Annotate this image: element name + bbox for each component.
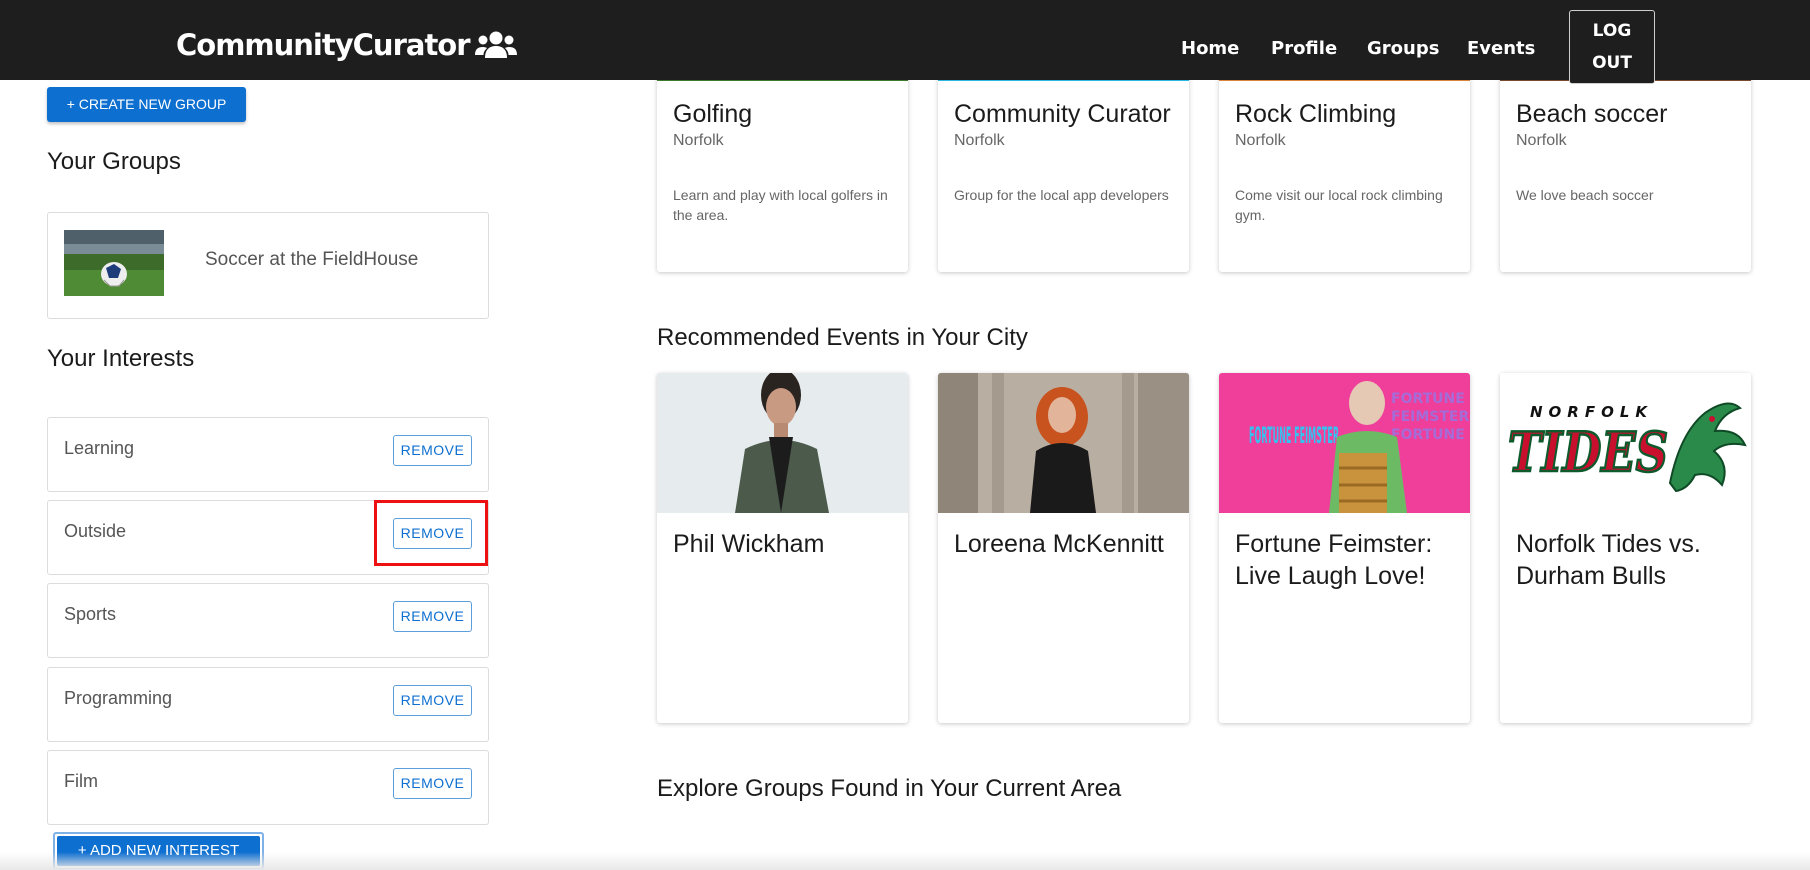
logo-main-text: TIDES [1508, 420, 1668, 484]
fortune-feimster-poster: FORTUNE FEIMSTER FORTUNE FEIMSTER FORTUN… [1219, 373, 1470, 513]
event-card[interactable]: Loreena McKennitt [938, 373, 1189, 723]
brand-logo[interactable]: CommunityCurator [176, 28, 518, 62]
create-new-group-button[interactable]: + CREATE NEW GROUP [47, 87, 246, 122]
interest-label: Learning [64, 438, 135, 458]
add-new-interest-label: + ADD NEW INTEREST [57, 836, 260, 866]
logout-label-line2: OUT [1592, 53, 1632, 73]
logout-label-line1: LOG [1592, 21, 1632, 41]
svg-text:FEIMSTER: FEIMSTER [1391, 409, 1469, 425]
nav-link-events[interactable]: Events [1467, 38, 1535, 59]
remove-interest-button[interactable]: REMOVE [393, 768, 472, 799]
interest-label: Sports [64, 604, 117, 624]
loreena-mckennitt-photo [938, 373, 1189, 513]
recommended-events-heading: Recommended Events in Your City [657, 324, 1028, 351]
interest-item: Film REMOVE [47, 750, 489, 825]
interest-item: Learning REMOVE [47, 417, 489, 492]
event-title: Loreena McKennitt [954, 530, 1164, 558]
poster-text: FORTUNE FEIMSTER [1249, 424, 1339, 449]
remove-interest-button[interactable]: REMOVE [393, 601, 472, 632]
svg-text:FORTUNE: FORTUNE [1391, 427, 1465, 443]
group-card-title: Rock Climbing [1235, 100, 1397, 128]
group-card[interactable]: Community Curator Norfolk Group for the … [938, 60, 1189, 272]
group-card-description: We love beach soccer [1516, 187, 1654, 203]
group-name: Soccer at the FieldHouse [205, 249, 419, 270]
event-card[interactable]: FORTUNE FEIMSTER FORTUNE FEIMSTER FORTUN… [1219, 373, 1470, 723]
group-card-city: Norfolk [1235, 132, 1286, 149]
interest-item: Sports REMOVE [47, 583, 489, 658]
nav-link-groups[interactable]: Groups [1367, 38, 1439, 59]
group-card-city: Norfolk [1516, 132, 1567, 149]
nav-link-home[interactable]: Home [1181, 38, 1239, 59]
logout-button[interactable]: LOG OUT [1569, 10, 1655, 84]
bottom-fade [0, 852, 1810, 870]
logo-top-text: NORFOLK [1530, 403, 1653, 421]
group-card-description: Learn and play with local golfers in the… [673, 187, 888, 223]
soccer-stadium-image [64, 230, 164, 296]
group-card-description: Come visit our local rock climbing gym. [1235, 187, 1443, 223]
phil-wickham-photo [657, 373, 908, 513]
top-navbar: CommunityCurator Home Profile Groups Eve… [0, 0, 1810, 84]
event-card[interactable]: NORFOLK TIDES Norfolk Tides vs. Durham B… [1500, 373, 1751, 723]
event-title: Fortune Feimster: Live Laugh Love! [1235, 530, 1433, 590]
your-group-card[interactable]: Soccer at the FieldHouse [47, 212, 489, 319]
remove-interest-button[interactable]: REMOVE [393, 435, 472, 466]
svg-text:FORTUNE: FORTUNE [1391, 391, 1465, 407]
group-card-description: Group for the local app developers [954, 187, 1169, 203]
remove-interest-button[interactable]: REMOVE [393, 685, 472, 716]
users-icon [474, 31, 517, 58]
group-card-title: Community Curator [954, 100, 1171, 128]
group-card[interactable]: Rock Climbing Norfolk Come visit our loc… [1219, 60, 1470, 272]
event-title: Phil Wickham [673, 530, 825, 558]
event-title: Norfolk Tides vs. Durham Bulls [1516, 530, 1701, 590]
group-card[interactable]: Beach soccer Norfolk We love beach socce… [1500, 60, 1751, 272]
your-interests-heading: Your Interests [47, 345, 195, 372]
nav-link-profile[interactable]: Profile [1271, 38, 1337, 59]
event-card[interactable]: Phil Wickham [657, 373, 908, 723]
brand-name: CommunityCurator [176, 28, 471, 62]
interest-label: Film [64, 771, 98, 791]
group-card-title: Golfing [673, 100, 753, 128]
interest-item: Outside REMOVE [47, 500, 489, 575]
remove-interest-button[interactable]: REMOVE [393, 518, 472, 549]
add-new-interest-button[interactable]: + ADD NEW INTEREST [53, 832, 264, 870]
interest-label: Outside [64, 521, 127, 541]
group-card[interactable]: Golfing Norfolk Learn and play with loca… [657, 60, 908, 272]
group-card-city: Norfolk [954, 132, 1005, 149]
group-card-title: Beach soccer [1516, 100, 1668, 128]
interest-item: Programming REMOVE [47, 667, 489, 742]
your-groups-heading: Your Groups [47, 148, 181, 175]
interest-label: Programming [64, 688, 173, 708]
explore-groups-heading: Explore Groups Found in Your Current Are… [657, 775, 1122, 802]
group-card-city: Norfolk [673, 132, 724, 149]
norfolk-tides-logo: NORFOLK TIDES [1500, 373, 1751, 513]
